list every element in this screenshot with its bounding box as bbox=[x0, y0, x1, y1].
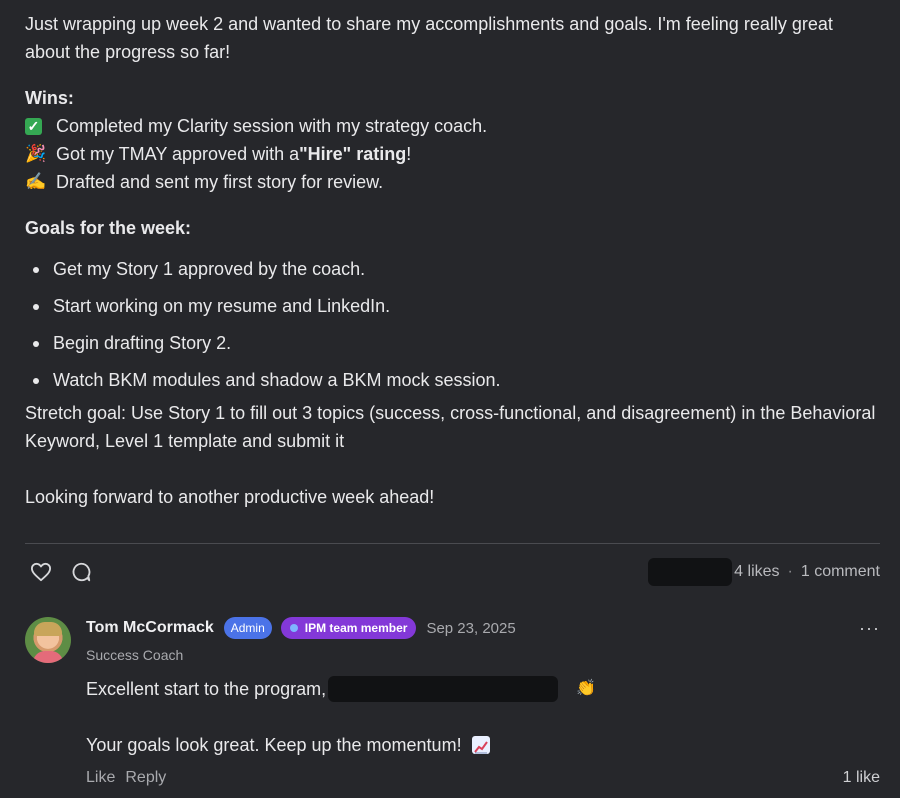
team-member-badge-label: IPM team member bbox=[304, 621, 408, 635]
comment-body: Excellent start to the program, 👏 Your g… bbox=[86, 675, 880, 759]
heart-icon[interactable] bbox=[25, 556, 57, 588]
likes-count[interactable]: 4 likes bbox=[734, 563, 779, 581]
win-text-post: ! bbox=[406, 144, 412, 164]
avatar-shirt bbox=[33, 651, 63, 663]
post-actions: 4 likes · 1 comment bbox=[25, 556, 880, 588]
comment-bubble-icon[interactable] bbox=[65, 556, 97, 588]
win-text-pre: Got my TMAY approved with a bbox=[56, 144, 300, 164]
win-text: Completed my Clarity session with my str… bbox=[56, 116, 488, 136]
comment-likes-count[interactable]: 1 like bbox=[843, 769, 880, 787]
comment-reply-button[interactable]: Reply bbox=[125, 769, 166, 787]
comment-author[interactable]: Tom McCormack bbox=[86, 619, 214, 637]
stretch-goal: Stretch goal: Use Story 1 to fill out 3 … bbox=[25, 403, 876, 451]
check-mark-icon: ✓ bbox=[25, 117, 42, 135]
writing-hand-icon: ✍️ bbox=[25, 172, 47, 191]
separator-dot: · bbox=[787, 563, 793, 580]
clapping-hands-icon: 👏 bbox=[576, 680, 597, 697]
comment-actions: Like Reply 1 like bbox=[86, 769, 880, 787]
avatar-hair bbox=[34, 622, 62, 636]
win-item: ✓ Completed my Clarity session with my s… bbox=[25, 112, 880, 140]
comments-count[interactable]: 1 comment bbox=[801, 563, 880, 581]
admin-badge: Admin bbox=[223, 617, 272, 639]
post-outro: Looking forward to another productive we… bbox=[25, 487, 435, 507]
goals-heading: Goals for the week: bbox=[25, 218, 192, 238]
comment-line: Your goals look great. Keep up the momen… bbox=[86, 731, 880, 759]
post-body: Just wrapping up week 2 and wanted to sh… bbox=[25, 10, 880, 511]
win-item: 🎉 Got my TMAY approved with a "Hire" rat… bbox=[25, 140, 880, 168]
team-member-badge: IPM team member bbox=[280, 617, 417, 639]
comment-like-button[interactable]: Like bbox=[86, 769, 115, 787]
comment-author-role: Success Coach bbox=[86, 647, 184, 663]
more-dots-icon[interactable]: ··· bbox=[859, 618, 880, 639]
divider bbox=[25, 543, 880, 544]
goal-item: Start working on my resume and LinkedIn. bbox=[25, 288, 880, 325]
goals-list: Get my Story 1 approved by the coach. St… bbox=[25, 251, 880, 399]
win-item: ✍️ Drafted and sent my first story for r… bbox=[25, 168, 880, 196]
comment-date: Sep 23, 2025 bbox=[426, 619, 516, 637]
post-stats: 4 likes · 1 comment bbox=[648, 558, 880, 586]
comment-text: Your goals look great. Keep up the momen… bbox=[86, 735, 462, 755]
comment-line: Excellent start to the program, 👏 bbox=[86, 675, 880, 703]
chart-increasing-icon bbox=[471, 736, 490, 754]
redacted-block bbox=[648, 558, 733, 586]
goal-item: Begin drafting Story 2. bbox=[25, 325, 880, 362]
win-text-bold: "Hire" rating bbox=[299, 144, 407, 164]
win-text: Drafted and sent my first story for revi… bbox=[56, 172, 384, 192]
badge-dot-icon bbox=[289, 624, 298, 632]
redacted-block bbox=[328, 676, 559, 702]
post-intro: Just wrapping up week 2 and wanted to sh… bbox=[25, 14, 833, 62]
avatar[interactable] bbox=[25, 617, 71, 663]
goal-item: Get my Story 1 approved by the coach. bbox=[25, 251, 880, 288]
wins-heading: Wins: bbox=[25, 88, 74, 108]
goal-item: Watch BKM modules and shadow a BKM mock … bbox=[25, 362, 880, 399]
comment-header: Tom McCormack Admin IPM team member Sep … bbox=[86, 615, 880, 641]
party-popper-icon: 🎉 bbox=[25, 144, 47, 163]
comment-text: Excellent start to the program, bbox=[86, 679, 327, 699]
